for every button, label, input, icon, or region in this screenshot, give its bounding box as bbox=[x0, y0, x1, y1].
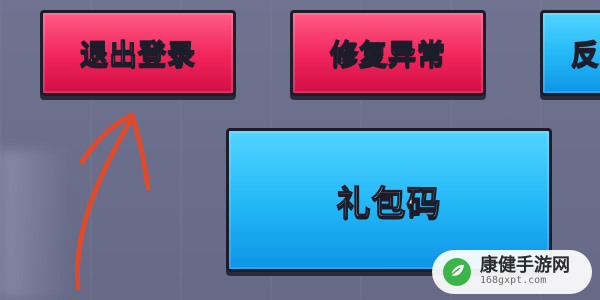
gift-code-label: 礼包码 bbox=[336, 183, 442, 224]
logout-label: 退出登录 bbox=[79, 37, 196, 71]
partial-blue-button[interactable]: 反 bbox=[540, 10, 600, 96]
left-edge-fade bbox=[0, 150, 70, 300]
watermark-subtitle: 168gxpt.com bbox=[480, 275, 547, 287]
partial-blue-label: 反 bbox=[570, 37, 600, 71]
repair-anomaly-label: 修复异常 bbox=[329, 37, 446, 71]
repair-anomaly-button[interactable]: 修复异常 bbox=[290, 10, 486, 96]
logout-button[interactable]: 退出登录 bbox=[40, 10, 236, 96]
watermark-title: 康健手游网 bbox=[480, 255, 570, 277]
leaf-logo-icon bbox=[443, 258, 471, 286]
site-watermark: 康健手游网 168gxpt.com bbox=[432, 250, 592, 294]
